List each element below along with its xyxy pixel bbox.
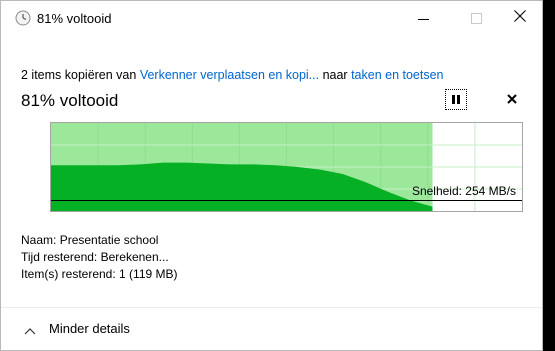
transfer-speed-graph: Snelheid: 254 MB/s	[50, 122, 523, 212]
pause-icon	[452, 95, 455, 104]
detail-name-row: Naam: Presentatie school	[21, 232, 178, 249]
time-label: Tijd resterend:	[21, 250, 98, 264]
source-link[interactable]: Verkenner verplaatsen en kopi...	[140, 68, 319, 82]
items-value: 1 (119 MB)	[119, 267, 178, 281]
maximize-button[interactable]	[453, 1, 499, 35]
status-middle: naar	[319, 68, 352, 82]
speed-label: Snelheid: 254 MB/s	[411, 184, 516, 198]
items-label: Item(s) resterend:	[21, 267, 116, 281]
detail-time-row: Tijd resterend: Berekenen...	[21, 249, 178, 266]
window-title: 81% voltooid	[37, 11, 112, 26]
close-icon	[514, 9, 526, 27]
copy-status-line: 2 items kopiëren van Verkenner verplaats…	[21, 68, 444, 82]
detail-items-row: Item(s) resterend: 1 (119 MB)	[21, 266, 178, 283]
destination-link[interactable]: taken en toetsen	[351, 68, 443, 82]
title-bar[interactable]: 81% voltooid	[1, 1, 542, 35]
clock-icon	[15, 10, 31, 26]
maximize-icon	[470, 12, 482, 24]
close-button[interactable]	[497, 1, 543, 35]
pause-button[interactable]	[445, 89, 467, 110]
cancel-icon	[507, 91, 517, 109]
cancel-button[interactable]	[503, 90, 521, 110]
name-value: Presentatie school	[59, 233, 159, 247]
minimize-button[interactable]	[400, 1, 446, 35]
less-details-label: Minder details	[49, 321, 130, 336]
copy-progress-window: 81% voltooid 2 items kopiëren van Verken…	[0, 0, 543, 351]
minimize-icon	[417, 18, 429, 20]
less-details-toggle[interactable]: Minder details	[23, 321, 130, 336]
progress-heading: 81% voltooid	[21, 91, 119, 110]
chevron-up-icon	[23, 324, 37, 334]
name-label: Naam:	[21, 233, 57, 247]
details-panel: Naam: Presentatie school Tijd resterend:…	[21, 232, 178, 283]
status-prefix: 2 items kopiëren van	[21, 68, 140, 82]
pause-icon-bar	[457, 95, 460, 104]
footer-divider	[1, 307, 542, 308]
time-value: Berekenen...	[100, 250, 169, 264]
